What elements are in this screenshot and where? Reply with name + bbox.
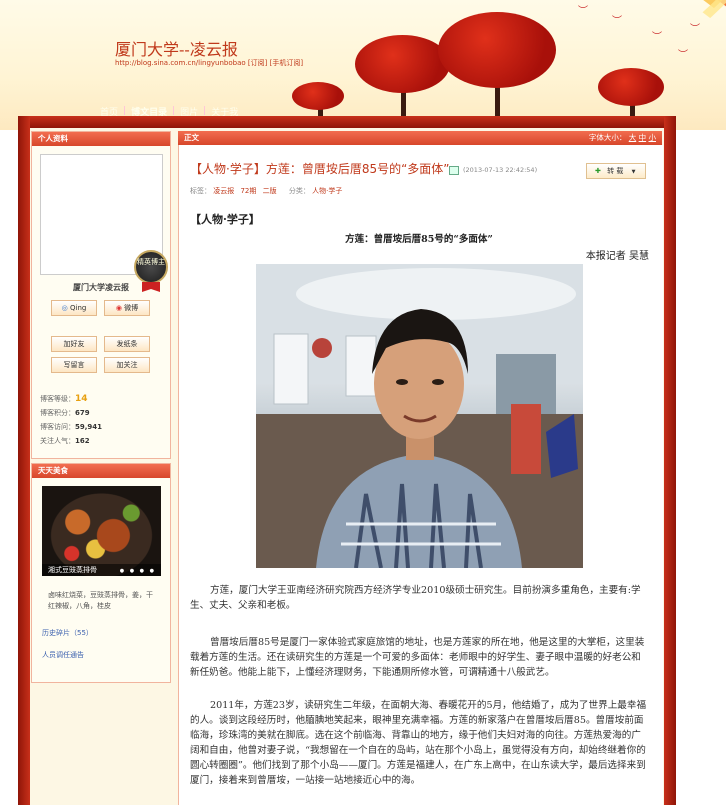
qing-icon: ◎ [61, 304, 68, 312]
font-size-medium[interactable]: 中 [639, 133, 647, 142]
stat-label: 博客等级： [40, 395, 75, 403]
blog-title[interactable]: 厦门大学--凌云报 [115, 36, 238, 60]
stat-value: 14 [75, 394, 88, 404]
stat-points: 博客积分：679 [40, 408, 90, 418]
add-friend-button[interactable]: 加好友 [51, 336, 97, 352]
repost-button[interactable]: ✚ 转 载 ▼ [586, 163, 646, 179]
carousel-dots[interactable]: ● ● ● ● [120, 568, 156, 574]
font-size-small[interactable]: 小 [649, 133, 657, 142]
article-paragraph: 方莲，厦门大学王亚南经济研究院西方经济学专业2010级硕士研究生。目前扮演多重角… [190, 585, 641, 611]
article-timestamp: (2013-07-13 22:42:54) [463, 166, 538, 174]
profile-panel-title: 个人资料 [32, 132, 170, 146]
qing-label: Qing [70, 304, 87, 312]
stat-visits: 博客访问：59,941 [40, 422, 102, 432]
history-link[interactable]: 历史碎片（55） [42, 628, 93, 638]
stat-label: 博客积分： [40, 409, 75, 417]
frame-border [18, 116, 676, 128]
tags-label: 标签： [190, 187, 211, 195]
article-subtitle: 方莲：曾厝垵后厝85号的“多面体” [345, 234, 493, 245]
stat-popularity: 关注人气：162 [40, 436, 90, 446]
tree-decoration [598, 68, 664, 106]
article-tags: 标签： 凌云报 72期 二版 分类： 人物·学子 [190, 186, 346, 196]
category-link[interactable]: 人物·学子 [312, 187, 342, 195]
stat-label: 关注人气： [40, 437, 75, 445]
weibo-icon: ◉ [115, 304, 122, 312]
blog-url[interactable]: http://blog.sina.com.cn/lingyunbobao [订阅… [115, 58, 303, 68]
nav-separator: | [123, 106, 127, 116]
category-label: 分类： [288, 187, 310, 195]
follow-button[interactable]: 加关注 [104, 357, 150, 373]
nav-separator: | [203, 106, 207, 116]
article-photo[interactable] [256, 264, 583, 568]
article-panel-header: 正文 字体大小： 大 中 小 [178, 131, 662, 145]
tag-link[interactable]: 凌云报 [213, 187, 234, 195]
profile-panel: 个人资料 精英博主 厦门大学凌云报 ◎ Qing ◉ 微博 加好友 发纸条 写留… [31, 131, 171, 459]
notice-link[interactable]: 人员调任通告 [42, 650, 84, 660]
stat-level: 博客等级：14 [40, 394, 88, 404]
food-description: 卤味红烧菜，豆豉蒸排骨，姜，干红辣椒，八角，桂皮 [48, 591, 153, 610]
food-panel: 天天美食 湘式豆豉蒸排骨 ● ● ● ● 卤味红烧菜，豆豉蒸排骨，姜，干红辣椒，… [31, 463, 171, 683]
elite-blogger-badge: 精英博主 [134, 250, 168, 284]
stat-value: 162 [75, 437, 90, 445]
portrait-illustration [256, 264, 583, 568]
image-attachment-icon [449, 166, 459, 175]
font-size-large[interactable]: 大 [629, 133, 637, 142]
stat-value: 679 [75, 409, 90, 417]
bird-decoration: ︶ [652, 32, 662, 43]
blogger-name[interactable]: 厦门大学凌云报 [32, 282, 170, 293]
tag-link[interactable]: 二版 [263, 187, 277, 195]
article-paragraph: 曾厝垵后厝85号是厦门一家体验式家庭旅馆的地址，也是方莲家的所在地，他是这里的大… [190, 637, 645, 678]
stat-label: 博客访问： [40, 423, 75, 431]
food-image[interactable] [42, 486, 161, 576]
tree-decoration [355, 35, 450, 93]
nav-separator: | [172, 106, 176, 116]
write-message-button[interactable]: 写留言 [51, 357, 97, 373]
send-note-button[interactable]: 发纸条 [104, 336, 150, 352]
repost-label: 转 载 [607, 167, 624, 175]
article-panel-title: 正文 [184, 133, 199, 142]
font-size-label: 字体大小： [588, 133, 627, 142]
blog-banner: ︶ ︶ ︶ ︶ ︶ 厦门大学--凌云报 http://blog.sina.com… [0, 0, 726, 130]
reporter-byline: 本报记者 吴慧 [585, 251, 649, 262]
chevron-down-icon[interactable]: ▼ [632, 169, 636, 175]
bird-decoration: ︶ [690, 24, 700, 35]
frame-border [18, 116, 30, 805]
section-title: 【人物·学子】 [190, 213, 260, 226]
bird-decoration: ︶ [578, 6, 588, 17]
article-title[interactable]: 【人物·学子】方莲：曾厝垵后厝85号的“多面体” [190, 160, 450, 177]
food-panel-title: 天天美食 [32, 464, 170, 478]
tag-link[interactable]: 72期 [240, 187, 256, 195]
bird-decoration: ︶ [678, 50, 688, 61]
font-size-control: 字体大小： 大 中 小 [589, 131, 656, 145]
stat-value: 59,941 [75, 423, 103, 431]
weibo-label: 微博 [124, 304, 139, 312]
frame-border [664, 116, 676, 805]
weibo-button[interactable]: ◉ 微博 [104, 300, 150, 316]
article-paragraph: 2011年，方莲23岁，读研究生二年级，在面朝大海、春暖花开的5月，他结婚了，成… [190, 700, 647, 786]
qing-button[interactable]: ◎ Qing [51, 300, 97, 316]
plus-icon: ✚ [595, 167, 601, 175]
tree-decoration [292, 82, 344, 110]
bird-decoration: ︶ [612, 16, 622, 27]
tree-decoration [438, 12, 556, 88]
